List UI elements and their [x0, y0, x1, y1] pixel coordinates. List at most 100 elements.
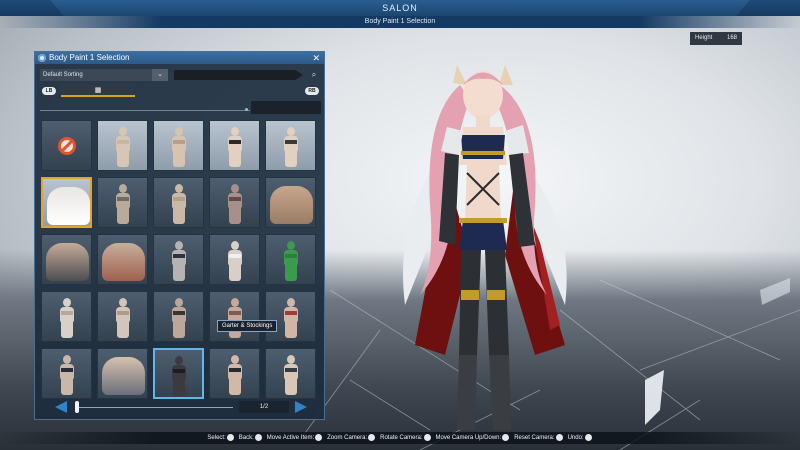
paint-preview-thumbnail — [170, 356, 188, 396]
controller-button-icon — [226, 433, 234, 441]
search-input[interactable] — [174, 70, 303, 80]
paint-item-19[interactable] — [209, 291, 260, 342]
paint-item-13[interactable] — [153, 234, 204, 285]
paint-preview-thumbnail — [170, 298, 188, 338]
close-icon[interactable]: ✕ — [312, 52, 320, 64]
paint-item-14[interactable] — [209, 234, 260, 285]
paint-preview-thumbnail — [114, 184, 132, 224]
paint-item-22[interactable] — [97, 348, 148, 399]
paint-item-10[interactable] — [265, 177, 316, 228]
item-grid — [41, 120, 319, 399]
lb-button-hint[interactable]: LB — [42, 87, 56, 95]
paint-item-11[interactable] — [41, 234, 92, 285]
paint-item-9[interactable] — [209, 177, 260, 228]
height-value: 168 — [726, 35, 737, 41]
paint-preview-thumbnail — [47, 187, 90, 225]
paint-item-1[interactable] — [41, 120, 92, 171]
divider-dot — [245, 108, 248, 111]
paint-preview-thumbnail — [226, 184, 244, 224]
paint-item-2[interactable] — [97, 120, 148, 171]
height-readout: Height 168 — [690, 32, 742, 45]
height-label: Height — [695, 35, 713, 41]
page-number: 1/2 — [259, 404, 269, 410]
tab-all[interactable]: ▦ — [61, 85, 135, 97]
control-hint: Back: — [239, 432, 263, 444]
paint-item-24[interactable] — [209, 348, 260, 399]
paint-preview-thumbnail — [114, 127, 132, 167]
paint-preview-thumbnail — [102, 357, 145, 395]
controller-button-icon — [254, 433, 262, 441]
control-hint-label: Move Camera Up/Down: — [435, 435, 502, 441]
control-hint: Move Camera Up/Down: — [436, 432, 511, 444]
control-hint-label: Zoom Camera: — [327, 435, 368, 441]
panel-title: Body Paint 1 Selection — [49, 53, 130, 62]
page-prev-icon[interactable] — [55, 401, 67, 413]
paint-preview-thumbnail — [58, 355, 76, 395]
controller-button-icon — [315, 433, 323, 441]
paint-preview-thumbnail — [282, 241, 300, 281]
paint-item-5[interactable] — [265, 120, 316, 171]
category-tabs: LB ▦ RB — [40, 85, 321, 97]
no-paint-icon — [57, 136, 76, 155]
paint-item-23[interactable] — [153, 348, 204, 399]
sort-search-row: Default Sorting ⌄ ⌕ — [40, 69, 321, 81]
screen-subtitle: Body Paint 1 Selection — [364, 18, 436, 25]
top-bar: SALON — [0, 0, 800, 16]
paint-preview-thumbnail — [170, 127, 188, 167]
control-hint: Rotate Camera: — [380, 432, 431, 444]
paint-preview-thumbnail — [270, 186, 313, 224]
paint-item-18[interactable] — [153, 291, 204, 342]
paint-item-17[interactable] — [97, 291, 148, 342]
paint-item-3[interactable] — [153, 120, 204, 171]
page-slider-handle[interactable] — [75, 401, 79, 413]
panel-header: Body Paint 1 Selection ✕ — [35, 52, 324, 64]
paint-item-25[interactable] — [265, 348, 316, 399]
control-hint-label: Rotate Camera: — [380, 435, 423, 441]
paint-preview-thumbnail — [282, 127, 300, 167]
rb-button-hint[interactable]: RB — [305, 87, 319, 95]
paint-preview-thumbnail — [226, 241, 244, 281]
control-hint-label: Undo: — [567, 435, 584, 441]
paint-preview-thumbnail — [226, 127, 244, 167]
controller-button-icon — [368, 433, 376, 441]
paint-preview-thumbnail — [226, 355, 244, 395]
tooltip-text: Garter & Stockings — [222, 323, 273, 329]
paint-preview-thumbnail — [282, 298, 300, 338]
page-indicator: 1/2 — [239, 401, 289, 413]
paint-preview-thumbnail — [170, 241, 188, 281]
sub-title-bar: Body Paint 1 Selection — [0, 16, 800, 28]
chevron-down-icon: ⌄ — [152, 69, 168, 81]
character-model — [403, 65, 567, 430]
paint-category-icon — [38, 54, 46, 62]
item-tooltip: Garter & Stockings — [217, 320, 278, 332]
paint-item-20[interactable] — [265, 291, 316, 342]
paint-item-16[interactable] — [41, 291, 92, 342]
filter-box — [251, 101, 321, 114]
paint-item-21[interactable] — [41, 348, 92, 399]
control-hint-label: Back: — [238, 435, 254, 441]
control-hints-bar: Select: Back: Move Active Item: Zoom Camera… — [0, 432, 800, 444]
paint-item-12[interactable] — [97, 234, 148, 285]
paint-item-4[interactable] — [209, 120, 260, 171]
screen-title: SALON — [382, 3, 418, 13]
control-hint: Move Active Item: — [267, 432, 323, 444]
paint-item-8[interactable] — [153, 177, 204, 228]
control-hint: Undo: — [568, 432, 593, 444]
controller-button-icon — [555, 433, 563, 441]
paint-preview-thumbnail — [170, 184, 188, 224]
paint-preview-thumbnail — [58, 298, 76, 338]
paint-item-15[interactable] — [265, 234, 316, 285]
page-next-icon[interactable] — [295, 401, 307, 413]
controller-button-icon — [423, 433, 431, 441]
paint-item-7[interactable] — [97, 177, 148, 228]
paint-preview-thumbnail — [282, 355, 300, 395]
paint-preview-thumbnail — [46, 243, 89, 281]
control-hint: Zoom Camera: — [327, 432, 376, 444]
paint-item-6[interactable] — [41, 177, 92, 228]
search-icon[interactable]: ⌕ — [307, 69, 321, 81]
paint-preview-thumbnail — [102, 243, 145, 281]
control-hint-label: Select: — [207, 435, 226, 441]
page-slider-track[interactable] — [75, 407, 233, 408]
pager: 1/2 — [55, 400, 307, 414]
sort-dropdown[interactable]: Default Sorting ⌄ — [40, 69, 168, 81]
